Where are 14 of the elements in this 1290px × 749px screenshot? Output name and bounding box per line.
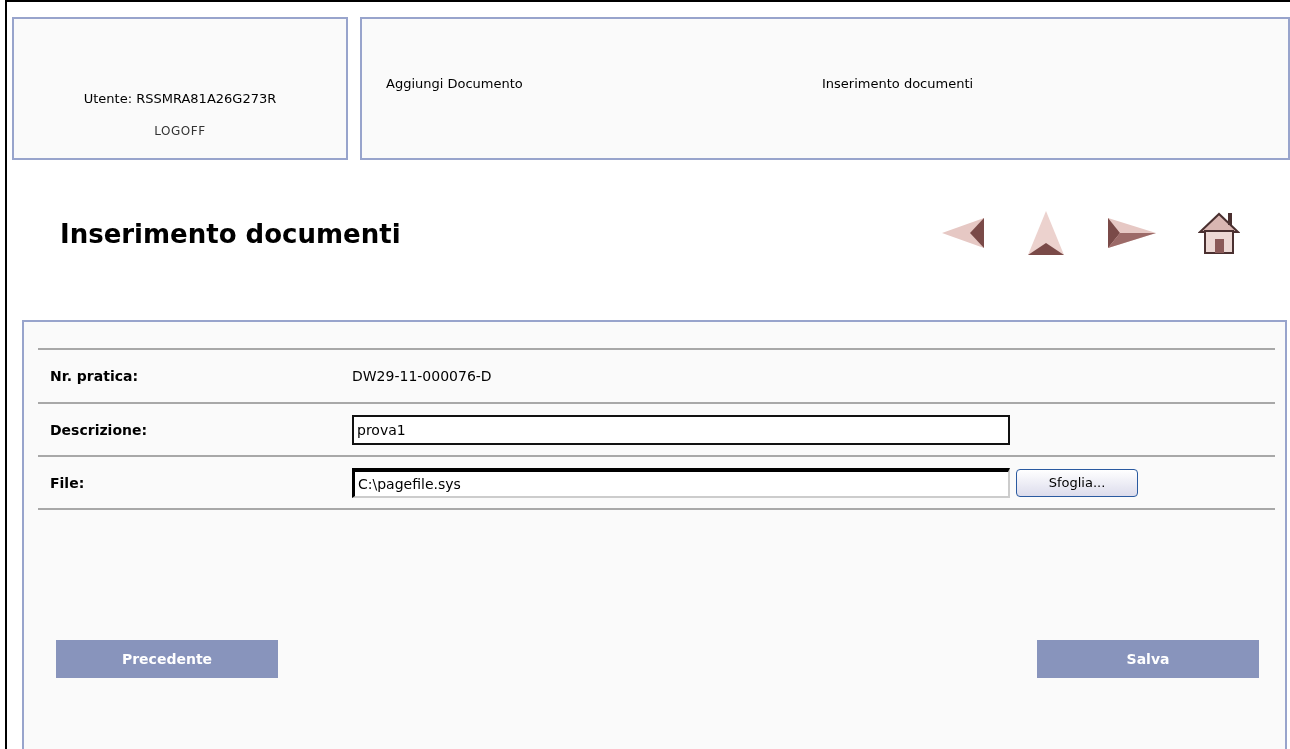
home-icon[interactable] bbox=[1198, 210, 1240, 256]
browse-button[interactable]: Sfoglia... bbox=[1016, 468, 1138, 497]
input-field[interactable]: prova1 bbox=[352, 414, 1010, 445]
field-label: Nr. pratica: bbox=[50, 368, 140, 384]
subsection-label: Inserimento documenti bbox=[822, 76, 974, 91]
user-label: Utente: RSSMRA81A26G273R bbox=[83, 91, 277, 106]
logoff-link[interactable]: LOGOFF bbox=[154, 124, 206, 138]
file-field[interactable]: C:\pagefile.sys bbox=[352, 467, 1010, 498]
section-label: Aggiungi Documento bbox=[386, 76, 524, 91]
field-label: Descrizione: bbox=[50, 421, 149, 438]
up-arrow-icon[interactable] bbox=[1026, 209, 1066, 257]
field-label: File: bbox=[50, 474, 86, 491]
page-title: Inserimento documenti bbox=[60, 219, 401, 251]
field-value: DW29-11-000076-D bbox=[352, 368, 492, 384]
